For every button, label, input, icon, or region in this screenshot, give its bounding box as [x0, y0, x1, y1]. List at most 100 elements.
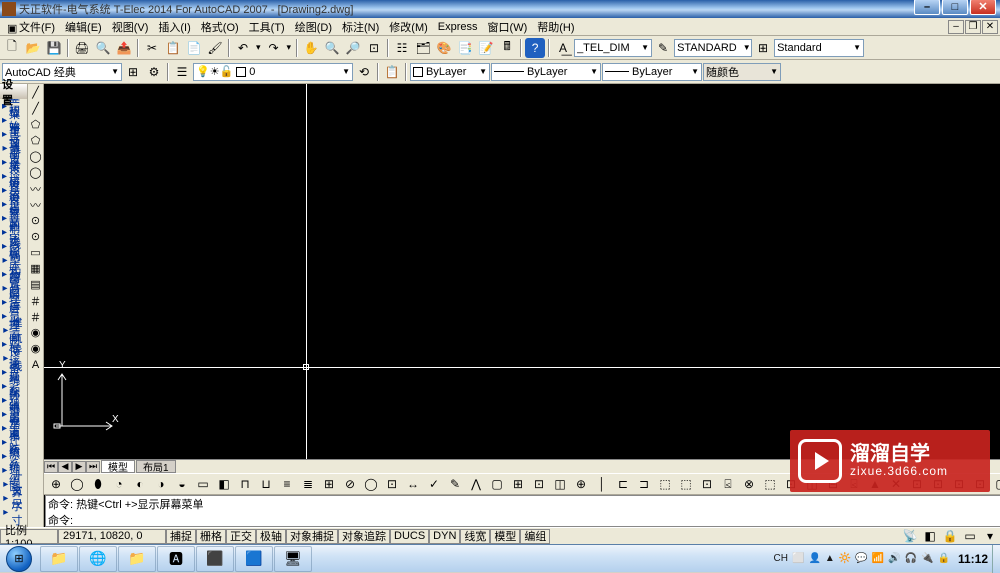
- draw-tool-15[interactable]: ◉: [28, 325, 43, 340]
- copy-icon[interactable]: 📋: [163, 38, 183, 58]
- tray-icon-8[interactable]: 🔌: [921, 553, 933, 564]
- taskbar-clock[interactable]: 11:12: [954, 552, 992, 566]
- telec-btool-21[interactable]: ▢: [487, 474, 507, 494]
- undo-dropdown[interactable]: ▾: [254, 42, 263, 53]
- taskbar-app-2[interactable]: 📁: [118, 546, 156, 572]
- telec-btool-32[interactable]: ⍃: [718, 474, 738, 494]
- telec-btool-20[interactable]: ⋀: [466, 474, 486, 494]
- telec-btool-45[interactable]: ▢: [991, 474, 1000, 494]
- menu-edit[interactable]: 编辑(E): [60, 18, 107, 36]
- layer-combo[interactable]: 💡 ☀ 🔓 0 ▼: [193, 63, 353, 81]
- telec-btool-4[interactable]: ◐: [130, 474, 150, 494]
- tab-nav-0[interactable]: ⏮: [44, 461, 58, 473]
- plotstyle-combo[interactable]: 随颜色▼: [703, 63, 781, 81]
- drawing-canvas[interactable]: YX: [44, 84, 1000, 459]
- telec-btool-13[interactable]: ⊞: [319, 474, 339, 494]
- properties-icon[interactable]: ☷: [392, 38, 412, 58]
- telec-btool-12[interactable]: ≣: [298, 474, 318, 494]
- telec-btool-39[interactable]: ▲: [865, 474, 885, 494]
- matchprop-icon[interactable]: 🖌: [205, 38, 225, 58]
- tray-icon-3[interactable]: 🔆: [839, 553, 851, 564]
- telec-btool-15[interactable]: ◯: [361, 474, 381, 494]
- telec-btool-7[interactable]: ▭: [193, 474, 213, 494]
- draw-tool-11[interactable]: ▦: [28, 261, 43, 276]
- taskbar-app-4[interactable]: ⬛: [196, 546, 234, 572]
- cut-icon[interactable]: ✂: [142, 38, 162, 58]
- layer-manager-icon[interactable]: ☰: [172, 62, 192, 82]
- status-toggle-8[interactable]: 线宽: [460, 529, 490, 544]
- taskbar-app-0[interactable]: 📁: [40, 546, 78, 572]
- tray-icon-2[interactable]: ▲: [825, 553, 835, 564]
- telec-btool-38[interactable]: ⍃: [844, 474, 864, 494]
- linetype-combo[interactable]: ByLayer▼: [491, 63, 601, 81]
- redo-dropdown[interactable]: ▾: [285, 42, 294, 53]
- doc-minimize-button[interactable]: –: [948, 20, 964, 34]
- telec-btool-44[interactable]: ⊡: [970, 474, 990, 494]
- zoom-rt-icon[interactable]: 🔍: [322, 38, 342, 58]
- close-button[interactable]: ✕: [970, 0, 996, 15]
- taskbar-app-5[interactable]: 🟦: [235, 546, 273, 572]
- telec-btool-36[interactable]: ◫: [802, 474, 822, 494]
- zoom-prev-icon[interactable]: 🔎: [343, 38, 363, 58]
- status-max-icon[interactable]: ▭: [960, 526, 980, 546]
- telec-btool-3[interactable]: ◔: [109, 474, 129, 494]
- status-toggle-3[interactable]: 极轴: [256, 529, 286, 544]
- draw-tool-6[interactable]: 〰: [28, 181, 43, 196]
- status-toggle-4[interactable]: 对象捕捉: [286, 529, 338, 544]
- telec-btool-14[interactable]: ⊘: [340, 474, 360, 494]
- telec-btool-35[interactable]: ⊡: [781, 474, 801, 494]
- undo-icon[interactable]: ↶: [233, 38, 253, 58]
- dc-icon[interactable]: 🗂: [413, 38, 433, 58]
- status-toggle-2[interactable]: 正交: [226, 529, 256, 544]
- telec-btool-43[interactable]: ⊡: [949, 474, 969, 494]
- telec-btool-18[interactable]: ✓: [424, 474, 444, 494]
- tray-icon-4[interactable]: 💬: [855, 553, 867, 564]
- dimstyle-combo[interactable]: _TEL_DIM▼: [574, 39, 652, 57]
- tray-icon-5[interactable]: 📶: [872, 553, 884, 564]
- doc-close-button[interactable]: ✕: [982, 20, 998, 34]
- telec-header[interactable]: 设 置: [0, 84, 27, 99]
- menu-window[interactable]: 窗口(W): [483, 18, 533, 36]
- tray-icon-1[interactable]: 👤: [808, 553, 820, 564]
- draw-tool-3[interactable]: ⬠: [28, 133, 43, 148]
- color-combo[interactable]: ByLayer▼: [410, 63, 490, 81]
- status-tray-icon[interactable]: ▾: [980, 526, 1000, 546]
- telec-btool-30[interactable]: ⬚: [676, 474, 696, 494]
- telec-btool-2[interactable]: ⬮: [88, 474, 108, 494]
- draw-tool-5[interactable]: ◯: [28, 165, 43, 180]
- telec-btool-41[interactable]: ⊡: [907, 474, 927, 494]
- draw-tool-9[interactable]: ⊙: [28, 229, 43, 244]
- telec-btool-17[interactable]: ↔: [403, 474, 423, 494]
- taskbar-app-3[interactable]: 🅰: [157, 546, 195, 572]
- print-icon[interactable]: 🖨: [72, 38, 92, 58]
- telec-btool-22[interactable]: ⊞: [508, 474, 528, 494]
- layer-prev-icon[interactable]: ⟲: [354, 62, 374, 82]
- telec-btool-23[interactable]: ⊡: [529, 474, 549, 494]
- menu-express[interactable]: Express: [433, 20, 483, 34]
- status-toggle-7[interactable]: DYN: [429, 529, 460, 544]
- draw-tool-14[interactable]: ＃: [28, 309, 43, 324]
- sheet-icon[interactable]: 📑: [455, 38, 475, 58]
- telec-btool-31[interactable]: ⊡: [697, 474, 717, 494]
- telec-btool-10[interactable]: ⊔: [256, 474, 276, 494]
- menu-insert[interactable]: 插入(I): [153, 18, 195, 36]
- new-icon[interactable]: 🗋: [2, 38, 22, 58]
- telec-btool-28[interactable]: ⊐: [634, 474, 654, 494]
- telec-btool-37[interactable]: ⊟: [823, 474, 843, 494]
- draw-tool-2[interactable]: ⬠: [28, 117, 43, 132]
- textstyle-combo[interactable]: STANDARD▼: [674, 39, 752, 57]
- tray-icon-9[interactable]: 🔒: [938, 553, 950, 564]
- open-icon[interactable]: 📂: [23, 38, 43, 58]
- telec-btool-33[interactable]: ⊗: [739, 474, 759, 494]
- lineweight-combo[interactable]: ByLayer▼: [602, 63, 702, 81]
- telec-btool-6[interactable]: ◒: [172, 474, 192, 494]
- redo-icon[interactable]: ↷: [264, 38, 284, 58]
- status-lock-icon[interactable]: 🔒: [940, 526, 960, 546]
- start-button[interactable]: ⊞: [0, 545, 38, 573]
- tray-icon-6[interactable]: 🔊: [888, 553, 900, 564]
- doc-restore-button[interactable]: ❐: [965, 20, 981, 34]
- menu-modify[interactable]: 修改(M): [384, 18, 433, 36]
- draw-tool-17[interactable]: A: [28, 357, 43, 372]
- pan-icon[interactable]: ✋: [301, 38, 321, 58]
- command-line[interactable]: 命令: 热键<Ctrl +>显示屏幕菜单 命令:: [45, 495, 1000, 527]
